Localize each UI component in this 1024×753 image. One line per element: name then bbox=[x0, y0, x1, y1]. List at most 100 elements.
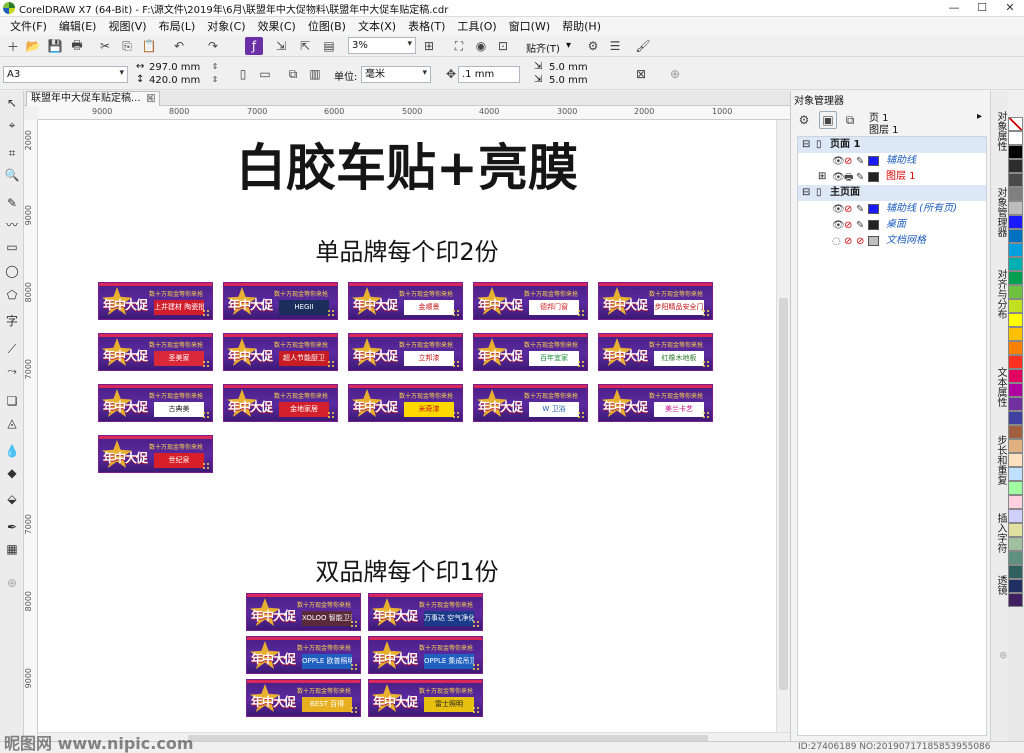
eyedropper-icon[interactable]: 💧 bbox=[4, 443, 20, 459]
print-icon[interactable]: 🖶 bbox=[68, 37, 86, 55]
snap-chevron-down-icon[interactable]: ▾ bbox=[566, 40, 571, 51]
edit-across-layers-icon[interactable]: ▣ bbox=[819, 111, 837, 129]
tab-object-manager[interactable]: 对象管理器 bbox=[992, 187, 1008, 237]
zoom-fit-icon[interactable]: ⊞ bbox=[420, 37, 438, 55]
interactive-fill-icon[interactable]: ◆ bbox=[4, 465, 20, 481]
color-swatch[interactable] bbox=[1008, 495, 1023, 509]
color-swatch[interactable] bbox=[1008, 243, 1023, 257]
landscape-icon[interactable]: ▭ bbox=[256, 65, 274, 83]
collapse-icon[interactable]: ⊟ bbox=[802, 137, 810, 152]
print-disabled-icon[interactable]: ⊘ bbox=[844, 154, 852, 169]
menu-text[interactable]: 文本(X) bbox=[352, 18, 402, 34]
color-swatch[interactable] bbox=[1008, 593, 1023, 607]
close-button[interactable]: ✕ bbox=[996, 0, 1024, 17]
color-swatch[interactable] bbox=[1008, 131, 1023, 145]
print-disabled-icon[interactable]: ⊘ bbox=[844, 218, 852, 233]
tree-master-page[interactable]: ⊟ ▯ 主页面 bbox=[798, 185, 986, 201]
hidden-eye-icon[interactable]: ◌ bbox=[832, 234, 841, 249]
color-swatch[interactable] bbox=[1008, 551, 1023, 565]
drop-shadow-icon[interactable]: ❏ bbox=[4, 393, 20, 409]
edit-pencil-icon[interactable]: ✎ bbox=[856, 154, 864, 169]
new-tab-icon[interactable]: ⊞ bbox=[146, 91, 156, 105]
nudge-distance-field[interactable]: .1 mm bbox=[458, 66, 520, 83]
zoom-tool-icon[interactable]: 🔍 bbox=[4, 167, 20, 183]
color-swatch[interactable] bbox=[1008, 369, 1023, 383]
color-swatch[interactable] bbox=[1008, 313, 1023, 327]
tree-document-grid[interactable]: ◌ ⊘ ⊘ 文档网格 bbox=[798, 233, 986, 249]
menu-view[interactable]: 视图(V) bbox=[102, 18, 152, 34]
banner-card[interactable]: 年中大促 数十万现金等你来抢 金地家居 bbox=[223, 384, 338, 422]
color-swatch[interactable] bbox=[1008, 299, 1023, 313]
snap-to-dropdown[interactable]: 贴齐(T) bbox=[526, 40, 560, 55]
tab-text-properties[interactable]: 文本属性 bbox=[992, 367, 1008, 407]
drawing-canvas[interactable]: 白胶车贴+亮膜 单品牌每个印2份 年中大促数十万现金等你来抢上井建材 陶瓷批发年… bbox=[38, 120, 776, 732]
menu-object[interactable]: 对象(C) bbox=[201, 18, 251, 34]
banner-card[interactable]: 年中大促 数十万现金等你来抢 万事达 空气净化 bbox=[368, 593, 483, 631]
parallel-dimension-icon[interactable]: ⟋ bbox=[4, 341, 20, 357]
crop-tool-icon[interactable]: ⌗ bbox=[4, 145, 20, 161]
pick-tool-icon[interactable]: ↖ bbox=[4, 95, 20, 111]
width-stepper-icon[interactable]: ⇕ bbox=[206, 61, 224, 72]
docker-menu-arrow-icon[interactable]: ▸ bbox=[977, 111, 982, 122]
edit-pencil-icon[interactable]: ✎ bbox=[856, 170, 864, 185]
color-swatch[interactable] bbox=[1008, 285, 1023, 299]
portrait-icon[interactable]: ▯ bbox=[234, 65, 252, 83]
full-screen-icon[interactable]: ⛶ bbox=[450, 37, 468, 55]
color-swatch[interactable] bbox=[1008, 523, 1023, 537]
collapse-icon[interactable]: ⊟ bbox=[802, 185, 810, 200]
artistic-media-icon[interactable]: 〰 bbox=[4, 217, 20, 233]
printer-icon[interactable]: 🖶 bbox=[844, 170, 853, 185]
color-swatch[interactable] bbox=[1008, 257, 1023, 271]
duplicate-distance-y[interactable]: 5.0 mm bbox=[546, 73, 604, 90]
banner-card[interactable]: 年中大促 数十万现金等你来抢 XOLOO 智能卫浴 bbox=[246, 593, 361, 631]
lock-icon[interactable]: ⊘ bbox=[856, 234, 864, 249]
tree-page-1[interactable]: ⊟ ▯ 页面 1 bbox=[798, 137, 986, 153]
add-icon[interactable]: ⊕ bbox=[666, 65, 684, 83]
color-swatch[interactable] bbox=[1008, 425, 1023, 439]
color-swatch[interactable] bbox=[1008, 411, 1023, 425]
edit-pencil-icon[interactable]: ✎ bbox=[856, 202, 864, 217]
add-docker-icon[interactable]: ⊕ bbox=[992, 651, 1008, 659]
banner-card[interactable]: 年中大促 数十万现金等你来抢 步阳精品安全门 bbox=[598, 282, 713, 320]
color-swatch[interactable] bbox=[1008, 383, 1023, 397]
tab-object-properties[interactable]: 对象属性 bbox=[992, 111, 1008, 151]
banner-card[interactable]: 年中大促 数十万现金等你来抢 德邦门窗 bbox=[473, 282, 588, 320]
visible-eye-icon[interactable]: 👁 bbox=[832, 170, 845, 185]
add-tool-icon[interactable]: ⊕ bbox=[4, 575, 20, 591]
visible-eye-icon[interactable]: 👁 bbox=[832, 202, 845, 217]
transparency-icon[interactable]: ◬ bbox=[4, 415, 20, 431]
tab-align-distribute[interactable]: 对齐与分布 bbox=[992, 269, 1008, 319]
menu-tools[interactable]: 工具(O) bbox=[451, 18, 502, 34]
banner-card[interactable]: 年中大促 数十万现金等你来抢 古典美 bbox=[98, 384, 213, 422]
connector-tool-icon[interactable]: ⤳ bbox=[4, 363, 20, 379]
shape-tool-icon[interactable]: ⌖ bbox=[4, 117, 20, 133]
no-color-swatch[interactable] bbox=[1008, 117, 1023, 131]
color-swatch[interactable] bbox=[1008, 159, 1023, 173]
export-icon[interactable]: ⇱ bbox=[296, 37, 314, 55]
menu-bitmaps[interactable]: 位图(B) bbox=[302, 18, 352, 34]
banner-card[interactable]: 年中大促 数十万现金等你来抢 超人节能厨卫 bbox=[223, 333, 338, 371]
visible-eye-icon[interactable]: 👁 bbox=[832, 154, 845, 169]
color-swatch[interactable] bbox=[1008, 271, 1023, 285]
document-tab[interactable]: 联盟年中大促车贴定稿... × bbox=[26, 91, 160, 106]
visible-eye-icon[interactable]: 👁 bbox=[832, 218, 845, 233]
application-launcher-icon[interactable]: ☰ bbox=[606, 37, 624, 55]
edit-pencil-icon[interactable]: ✎ bbox=[856, 218, 864, 233]
layer-view-icon[interactable]: ⚙ bbox=[795, 111, 813, 129]
copy-icon[interactable]: ⎘ bbox=[118, 37, 136, 55]
show-rulers-icon[interactable]: ◉ bbox=[472, 37, 490, 55]
publish-pdf-icon[interactable]: ▤ bbox=[320, 37, 338, 55]
color-swatch[interactable] bbox=[1008, 453, 1023, 467]
banner-card[interactable]: 年中大促 数十万现金等你来抢 OPPLE 欧普照明 bbox=[246, 636, 361, 674]
vertical-scrollbar[interactable] bbox=[776, 120, 790, 732]
treat-as-filled-icon[interactable]: ⊠ bbox=[632, 65, 650, 83]
color-swatch[interactable] bbox=[1008, 537, 1023, 551]
tree-guides-layer[interactable]: 👁 ⊘ ✎ 辅助线 bbox=[798, 153, 986, 169]
rectangle-tool-icon[interactable]: ▭ bbox=[4, 239, 20, 255]
banner-card[interactable]: 年中大促 数十万现金等你来抢 世纪泉 bbox=[98, 435, 213, 473]
minimize-button[interactable]: — bbox=[940, 0, 968, 17]
color-swatch[interactable] bbox=[1008, 509, 1023, 523]
banner-card[interactable]: 年中大促 数十万现金等你来抢 百年宜家 bbox=[473, 333, 588, 371]
color-swatch[interactable] bbox=[1008, 173, 1023, 187]
banner-card[interactable]: 年中大促 数十万现金等你来抢 BEST 百得 bbox=[246, 679, 361, 717]
